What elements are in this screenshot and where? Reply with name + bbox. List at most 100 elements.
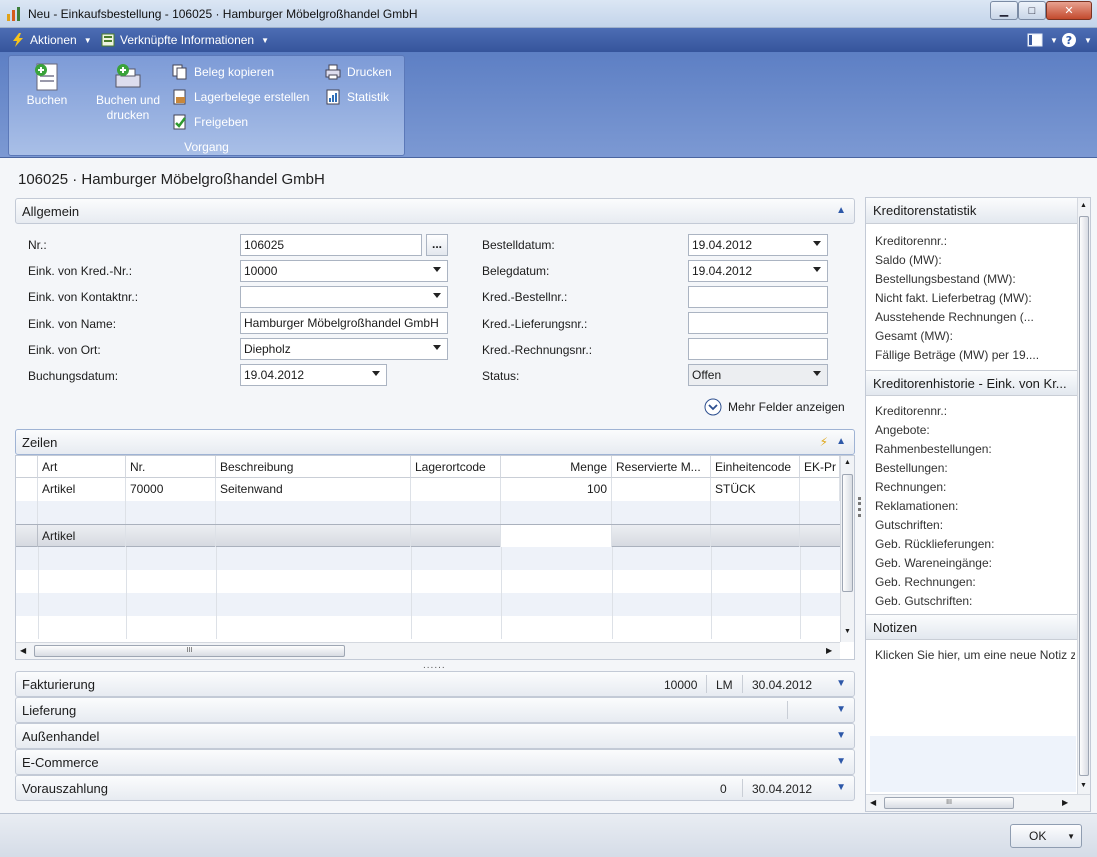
post-and-print-button[interactable]: Buchen und drucken <box>89 61 167 123</box>
cell-location[interactable] <box>411 478 501 501</box>
dropdown-arrow-icon[interactable] <box>372 371 380 376</box>
lines-actions-lightning-icon[interactable]: ⚡ <box>820 435 828 449</box>
cell-unit[interactable]: STÜCK <box>711 478 800 501</box>
scroll-up-icon[interactable]: ▲ <box>1080 202 1087 209</box>
expand-chevron-icon[interactable]: ▼ <box>836 782 846 793</box>
cell-description[interactable]: Seitenwand <box>216 478 411 501</box>
factbox-vertical-scrollbar[interactable]: ▲ ▼ <box>1077 198 1090 794</box>
expand-chevron-icon[interactable]: ▼ <box>836 678 846 689</box>
cell-no[interactable]: 70000 <box>126 478 216 501</box>
vendor-shipment-no-field[interactable] <box>688 312 828 334</box>
fasttab-invoicing-header[interactable]: Fakturierung 10000 LM 30.04.2012 ▼ <box>15 671 855 697</box>
table-row[interactable] <box>16 570 840 593</box>
scroll-down-icon[interactable]: ▼ <box>1080 782 1087 789</box>
layout-menu-button[interactable]: ▼ <box>1027 32 1058 48</box>
dropdown-arrow-icon[interactable] <box>813 241 821 246</box>
menu-actions[interactable]: Aktionen ▼ <box>10 32 92 48</box>
vendor-invoice-no-field[interactable] <box>688 338 828 360</box>
vendor-order-no-field[interactable] <box>688 286 828 308</box>
scroll-left-icon[interactable]: ◀ <box>870 798 876 807</box>
collapse-chevron-icon[interactable]: ▲ <box>836 436 846 447</box>
close-button[interactable]: ✕ <box>1046 1 1092 20</box>
factbox-vendor-history-header[interactable]: Kreditorenhistorie - Eink. von Kr... <box>866 370 1077 396</box>
notes-area[interactable] <box>870 736 1076 792</box>
scroll-thumb[interactable] <box>1079 216 1089 776</box>
copy-document-button[interactable]: Beleg kopieren <box>172 64 274 80</box>
factbox-horizontal-scrollbar[interactable]: ◀ III ▶ <box>866 794 1090 811</box>
post-button[interactable]: Buchen <box>17 61 77 108</box>
scroll-up-icon[interactable]: ▲ <box>844 459 851 466</box>
active-cell[interactable] <box>501 525 612 548</box>
status-field[interactable]: Offen <box>688 364 828 386</box>
column-header-location-code[interactable]: Lagerortcode <box>411 456 501 478</box>
show-more-fields-link[interactable]: Mehr Felder anzeigen <box>704 398 845 416</box>
column-header-quantity[interactable]: Menge <box>501 456 612 478</box>
factbox-vendor-statistics-header[interactable]: Kreditorenstatistik <box>866 198 1077 224</box>
posting-date-field[interactable]: 19.04.2012 <box>240 364 387 386</box>
print-button[interactable]: Drucken <box>325 64 392 80</box>
cell-type[interactable]: Artikel <box>38 478 126 501</box>
cell-reserved[interactable] <box>612 478 711 501</box>
grid-vertical-scrollbar[interactable]: ▲ ▼ <box>840 456 854 642</box>
expand-chevron-icon[interactable]: ▼ <box>836 756 846 767</box>
scroll-down-icon[interactable]: ▼ <box>844 628 851 635</box>
collapse-chevron-icon[interactable]: ▲ <box>836 205 846 216</box>
expand-chevron-icon[interactable]: ▼ <box>836 730 846 741</box>
table-row[interactable]: Artikel 70000 Seitenwand 100 STÜCK <box>16 478 840 501</box>
fasttab-shipping-header[interactable]: Lieferung ▼ <box>15 697 855 723</box>
create-whse-docs-button[interactable]: Lagerbelege erstellen <box>172 89 309 105</box>
menu-related-information[interactable]: Verknüpfte Informationen ▼ <box>100 32 269 48</box>
table-row[interactable] <box>16 547 840 570</box>
contact-no-field[interactable] <box>240 286 448 308</box>
dropdown-arrow-icon[interactable] <box>433 267 441 272</box>
grid-horizontal-scrollbar[interactable]: ◀ III ▶ <box>16 642 840 659</box>
column-header-type[interactable]: Art <box>38 456 126 478</box>
fasttab-lines-header[interactable]: Zeilen ⚡ ▲ <box>15 429 855 455</box>
factbox-notes-header[interactable]: Notizen <box>866 614 1077 640</box>
no-assist-button[interactable]: ... <box>426 234 448 256</box>
maximize-button[interactable]: □ <box>1018 1 1046 20</box>
statistics-button[interactable]: Statistik <box>325 89 389 105</box>
scroll-right-icon[interactable]: ▶ <box>826 646 832 655</box>
table-row[interactable] <box>16 593 840 616</box>
scroll-left-icon[interactable]: ◀ <box>20 646 26 655</box>
vendor-no-field[interactable]: 10000 <box>240 260 448 282</box>
ok-button[interactable]: OK ▼ <box>1010 824 1082 848</box>
column-header-direct-unit-cost[interactable]: EK-Pr <box>800 456 840 478</box>
column-header-unit-code[interactable]: Einheitencode <box>711 456 800 478</box>
dropdown-arrow-icon[interactable] <box>813 371 821 376</box>
minimize-button[interactable]: ▁ <box>990 1 1018 20</box>
splitter-grip[interactable]: ...... <box>423 660 446 671</box>
scroll-thumb[interactable]: III <box>884 797 1014 809</box>
help-menu-button[interactable]: ? ▼ <box>1061 32 1092 48</box>
dropdown-arrow-icon[interactable] <box>433 345 441 350</box>
dropdown-arrow-icon[interactable] <box>813 267 821 272</box>
cell-cost[interactable] <box>800 478 840 501</box>
cell-type[interactable]: Artikel <box>38 525 126 548</box>
cell-quantity[interactable]: 100 <box>501 478 612 501</box>
column-header-description[interactable]: Beschreibung <box>216 456 411 478</box>
fasttab-general-header[interactable]: Allgemein ▲ <box>15 198 855 224</box>
table-row[interactable] <box>16 501 840 524</box>
fasttab-foreign-trade-header[interactable]: Außenhandel ▼ <box>15 723 855 749</box>
document-date-field[interactable]: 19.04.2012 <box>688 260 828 282</box>
factbox-splitter[interactable] <box>858 497 861 517</box>
scroll-thumb[interactable]: III <box>34 645 345 657</box>
fasttab-prepayment-header[interactable]: Vorauszahlung 0 30.04.2012 ▼ <box>15 775 855 801</box>
order-date-field[interactable]: 19.04.2012 <box>688 234 828 256</box>
fasttab-ecommerce-header[interactable]: E-Commerce ▼ <box>15 749 855 775</box>
ok-dropdown-arrow-icon[interactable]: ▼ <box>1067 832 1075 841</box>
expand-chevron-icon[interactable]: ▼ <box>836 704 846 715</box>
column-header-no[interactable]: Nr. <box>126 456 216 478</box>
scroll-thumb[interactable] <box>842 474 853 592</box>
no-field[interactable]: 106025 <box>240 234 422 256</box>
vendor-name-field[interactable]: Hamburger Möbelgroßhandel GmbH <box>240 312 448 334</box>
release-button[interactable]: Freigeben <box>172 114 248 130</box>
dropdown-arrow-icon[interactable] <box>433 293 441 298</box>
table-row[interactable] <box>16 616 840 639</box>
vendor-city-field[interactable]: Diepholz <box>240 338 448 360</box>
column-header-reserved-qty[interactable]: Reservierte M... <box>612 456 711 478</box>
add-note-link[interactable]: Klicken Sie hier, um eine neue Notiz zu <box>875 648 1075 662</box>
table-row-selected[interactable]: Artikel <box>16 524 840 548</box>
scroll-right-icon[interactable]: ▶ <box>1062 798 1068 807</box>
